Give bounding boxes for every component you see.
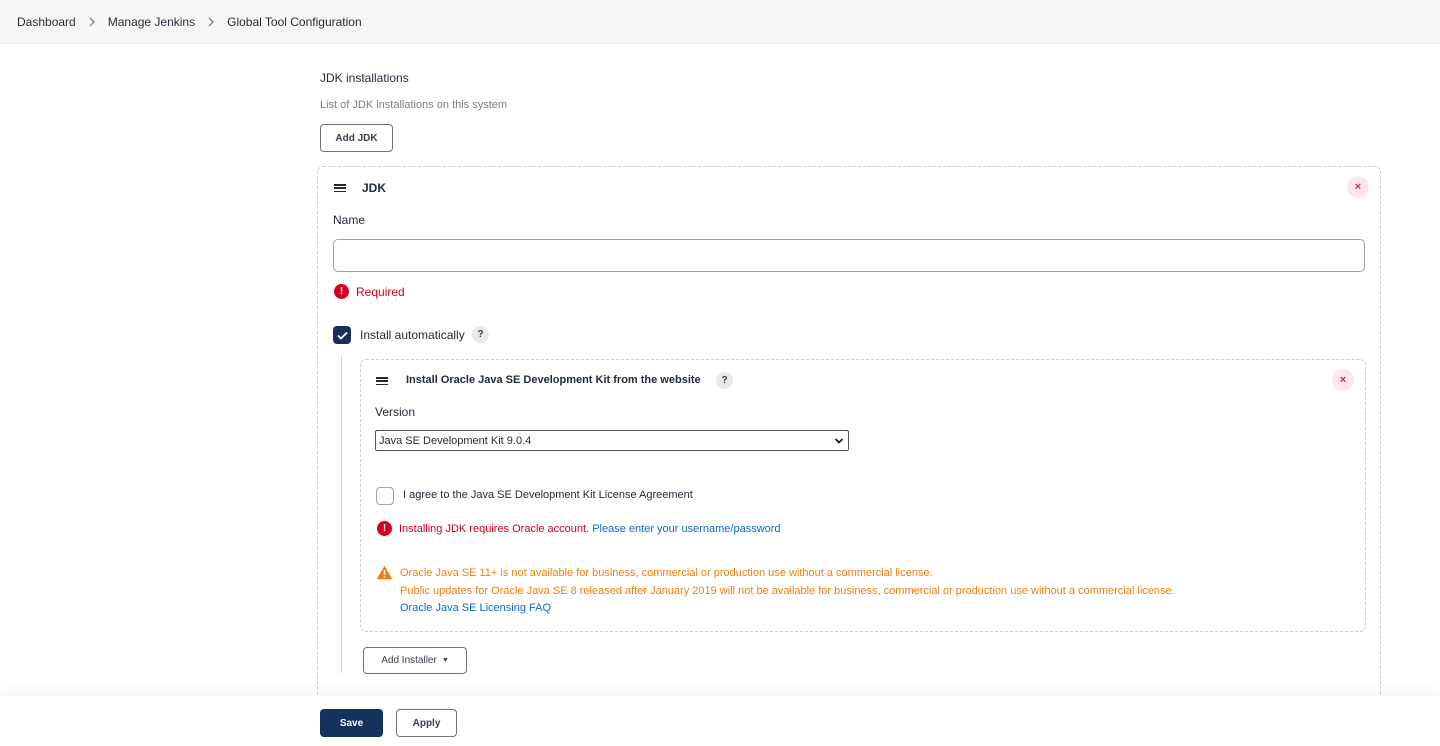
installer-title: Install Oracle Java SE Development Kit f… bbox=[406, 374, 701, 386]
jdk-installations-description: List of JDK installations on this system bbox=[320, 99, 508, 111]
jdk-name-input[interactable] bbox=[333, 239, 1365, 272]
license-warning-line2: Public updates for Oracle Java SE 8 rele… bbox=[400, 585, 1175, 597]
jdk-installations-title: JDK installations bbox=[320, 71, 409, 85]
version-select[interactable]: Java SE Development Kit 9.0.4 bbox=[375, 430, 849, 451]
license-warning-line1: Oracle Java SE 11+ is not available for … bbox=[400, 567, 933, 579]
error-icon: ! bbox=[334, 284, 349, 299]
help-icon[interactable]: ? bbox=[472, 326, 489, 343]
name-label: Name bbox=[333, 213, 366, 227]
chevron-right-icon bbox=[88, 17, 96, 27]
add-installer-label: Add Installer bbox=[381, 655, 437, 666]
error-icon: ! bbox=[377, 521, 392, 536]
delete-installer-button[interactable]: × bbox=[1332, 369, 1354, 391]
enter-credentials-link[interactable]: Please enter your username/password bbox=[592, 523, 780, 535]
chevron-down-icon bbox=[834, 438, 844, 444]
install-automatically-label[interactable]: Install automatically bbox=[360, 328, 465, 342]
oracle-account-error: Installing JDK requires Oracle account. … bbox=[399, 523, 781, 535]
add-installer-button[interactable]: Add Installer ▼ bbox=[363, 647, 467, 674]
bottom-action-bar bbox=[0, 696, 1440, 746]
install-automatically-checkbox[interactable] bbox=[333, 326, 351, 344]
save-button[interactable]: Save bbox=[320, 709, 383, 737]
breadcrumb-dashboard[interactable]: Dashboard bbox=[17, 15, 76, 29]
version-label: Version bbox=[375, 405, 416, 419]
license-agreement-checkbox[interactable] bbox=[376, 487, 394, 505]
delete-jdk-button[interactable]: × bbox=[1347, 176, 1369, 198]
required-error-text: Required bbox=[356, 285, 405, 299]
drag-handle-icon[interactable] bbox=[334, 184, 346, 192]
license-agreement-label[interactable]: I agree to the Java SE Development Kit L… bbox=[403, 489, 693, 501]
help-icon[interactable]: ? bbox=[716, 372, 733, 389]
version-selected-value: Java SE Development Kit 9.0.4 bbox=[379, 434, 532, 447]
jdk-item-header: JDK bbox=[362, 181, 387, 195]
breadcrumb-manage-jenkins[interactable]: Manage Jenkins bbox=[108, 15, 195, 29]
chevron-right-icon bbox=[207, 17, 215, 27]
add-jdk-button[interactable]: Add JDK bbox=[320, 124, 393, 152]
close-icon: × bbox=[1354, 181, 1362, 193]
close-icon: × bbox=[1339, 374, 1347, 386]
drag-handle-icon[interactable] bbox=[376, 377, 388, 385]
installer-indent-line bbox=[341, 355, 342, 673]
caret-down-icon: ▼ bbox=[441, 657, 449, 664]
checkmark-icon bbox=[336, 331, 348, 340]
breadcrumb-global-tool-configuration[interactable]: Global Tool Configuration bbox=[227, 15, 362, 29]
breadcrumb: Dashboard Manage Jenkins Global Tool Con… bbox=[0, 0, 1440, 44]
warning-icon bbox=[376, 565, 393, 580]
licensing-faq-link[interactable]: Oracle Java SE Licensing FAQ bbox=[400, 602, 551, 614]
oracle-account-error-text: Installing JDK requires Oracle account. bbox=[399, 523, 590, 535]
apply-button[interactable]: Apply bbox=[396, 709, 457, 737]
